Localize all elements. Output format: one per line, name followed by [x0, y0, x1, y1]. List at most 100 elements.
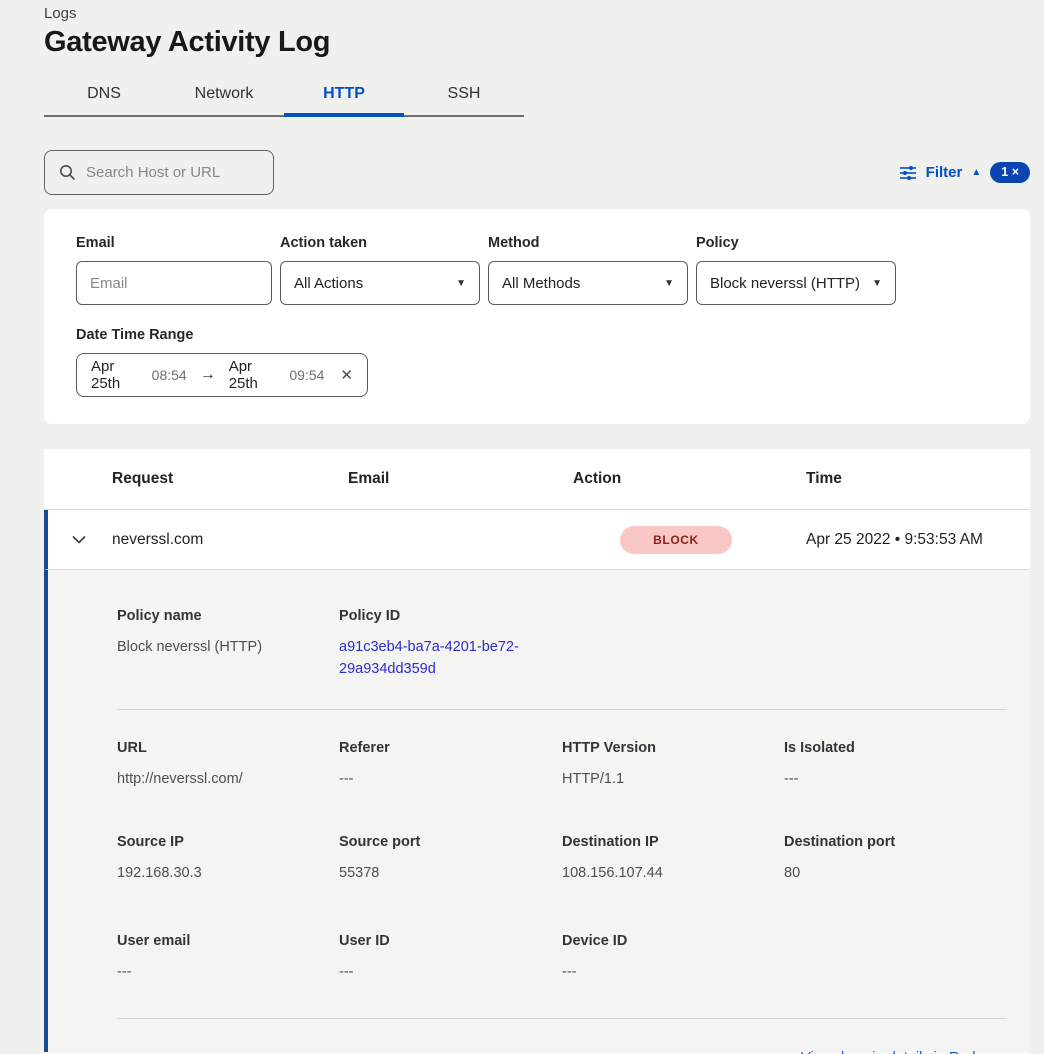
policy-id-label: Policy ID	[339, 608, 562, 624]
filter-fields-row: Email Action taken All Actions ▼ Method	[76, 235, 998, 305]
is-isolated-value: ---	[784, 769, 1007, 791]
gateway-activity-log-page: Logs Gateway Activity Log DNS Network HT…	[0, 0, 1044, 1054]
column-header-request: Request	[112, 470, 348, 488]
column-header-action: Action	[573, 470, 806, 488]
http-version-label: HTTP Version	[562, 740, 784, 756]
table-row[interactable]: neverssl.com BLOCK Apr 25 2022 • 9:53:53…	[44, 510, 1030, 570]
table-header: Request Email Action Time	[44, 449, 1030, 510]
user-section: User email --- User ID --- Device ID ---	[117, 933, 1007, 1019]
user-id-value: ---	[339, 962, 562, 984]
chevron-down-icon	[72, 535, 86, 544]
destination-port-label: Destination port	[784, 834, 1007, 850]
column-header-time: Time	[806, 470, 1030, 488]
radar-link-row: View domain details in Radar →	[117, 1049, 1007, 1054]
collapse-caret-icon: ▲	[971, 167, 981, 178]
filter-sliders-icon	[899, 165, 917, 181]
policy-name-label: Policy name	[117, 608, 339, 624]
action-taken-select[interactable]: All Actions ▼	[280, 261, 480, 305]
detail-referer: Referer ---	[339, 740, 562, 791]
field-method: Method All Methods ▼	[488, 235, 688, 305]
user-email-label: User email	[117, 933, 339, 949]
detail-policy-id: Policy ID a91c3eb4-ba7a-4201-be72-29a934…	[339, 608, 562, 681]
source-ip-label: Source IP	[117, 834, 339, 850]
http-section: URL http://neverssl.com/ Referer --- HTT…	[117, 740, 1007, 791]
cell-action: BLOCK	[573, 526, 806, 554]
filter-control[interactable]: Filter ▲ 1 ×	[899, 162, 1030, 183]
source-port-value: 55378	[339, 863, 562, 885]
date-range-picker[interactable]: Apr 25th 08:54 → Apr 25th 09:54 ✕	[76, 353, 368, 397]
tab-http[interactable]: HTTP	[284, 75, 404, 117]
tab-bar: DNS Network HTTP SSH	[44, 75, 524, 117]
start-date: Apr 25th	[91, 358, 143, 392]
email-label: Email	[76, 235, 272, 251]
url-label: URL	[117, 740, 339, 756]
source-ip-value: 192.168.30.3	[117, 863, 339, 885]
device-id-value: ---	[562, 962, 784, 984]
block-status-badge: BLOCK	[620, 526, 732, 554]
detail-user-id: User ID ---	[339, 933, 562, 984]
activity-table: Request Email Action Time neverssl.com B…	[44, 449, 1030, 1053]
field-email: Email	[76, 235, 272, 305]
policy-name-value: Block neverssl (HTTP)	[117, 637, 339, 659]
filter-panel: Email Action taken All Actions ▼ Method	[44, 209, 1030, 424]
cell-request: neverssl.com	[112, 531, 348, 549]
action-taken-label: Action taken	[280, 235, 480, 251]
detail-is-isolated: Is Isolated ---	[784, 740, 1007, 791]
referer-label: Referer	[339, 740, 562, 756]
detail-http-version: HTTP Version HTTP/1.1	[562, 740, 784, 791]
user-id-label: User ID	[339, 933, 562, 949]
email-input-box[interactable]	[76, 261, 272, 305]
url-value: http://neverssl.com/	[117, 769, 339, 791]
user-email-value: ---	[117, 962, 339, 984]
detail-policy-name: Policy name Block neverssl (HTTP)	[117, 608, 339, 681]
policy-select[interactable]: Block neverssl (HTTP) ▼	[696, 261, 896, 305]
tab-network[interactable]: Network	[164, 75, 284, 117]
field-date-time-range: Date Time Range Apr 25th 08:54 → Apr 25t…	[76, 327, 998, 397]
chevron-down-icon: ▼	[664, 278, 674, 289]
search-icon	[59, 164, 76, 181]
start-time: 08:54	[152, 367, 187, 383]
filter-label: Filter	[926, 164, 963, 181]
policy-section: Policy name Block neverssl (HTTP) Policy…	[117, 608, 1007, 710]
destination-ip-label: Destination IP	[562, 834, 784, 850]
range-arrow-icon: →	[196, 366, 220, 384]
method-label: Method	[488, 235, 688, 251]
content: Logs Gateway Activity Log DNS Network HT…	[0, 0, 1044, 1053]
end-time: 09:54	[289, 367, 324, 383]
detail-device-id: Device ID ---	[562, 933, 784, 984]
clear-date-range-icon[interactable]: ✕	[340, 366, 353, 384]
action-taken-value: All Actions	[294, 275, 363, 292]
empty-cell	[784, 608, 1007, 681]
detail-user-email: User email ---	[117, 933, 339, 984]
empty-cell	[562, 608, 784, 681]
is-isolated-label: Is Isolated	[784, 740, 1007, 756]
source-port-label: Source port	[339, 834, 562, 850]
tab-dns[interactable]: DNS	[44, 75, 164, 117]
search-input[interactable]	[86, 164, 261, 181]
detail-destination-port: Destination port 80	[784, 834, 1007, 885]
field-action-taken: Action taken All Actions ▼	[280, 235, 480, 305]
detail-destination-ip: Destination IP 108.156.107.44	[562, 834, 784, 885]
field-policy: Policy Block neverssl (HTTP) ▼	[696, 235, 896, 305]
toolbar: Filter ▲ 1 ×	[44, 150, 1030, 195]
detail-url: URL http://neverssl.com/	[117, 740, 339, 791]
policy-label: Policy	[696, 235, 896, 251]
tab-ssh[interactable]: SSH	[404, 75, 524, 117]
page-title: Gateway Activity Log	[44, 26, 1030, 59]
chevron-down-icon: ▼	[872, 278, 882, 289]
email-input[interactable]	[90, 275, 258, 292]
row-details-panel: Policy name Block neverssl (HTTP) Policy…	[44, 570, 1030, 1052]
http-version-value: HTTP/1.1	[562, 769, 784, 791]
end-date: Apr 25th	[229, 358, 281, 392]
destination-ip-value: 108.156.107.44	[562, 863, 784, 885]
breadcrumb: Logs	[44, 0, 1030, 22]
method-value: All Methods	[502, 275, 580, 292]
method-select[interactable]: All Methods ▼	[488, 261, 688, 305]
view-in-radar-link[interactable]: View domain details in Radar →	[801, 1050, 1007, 1054]
policy-id-link[interactable]: a91c3eb4-ba7a-4201-be72-29a934dd359d	[339, 637, 535, 681]
chevron-down-icon: ▼	[456, 278, 466, 289]
filter-count-badge[interactable]: 1 ×	[990, 162, 1030, 183]
row-expander[interactable]	[48, 535, 112, 544]
cell-time: Apr 25 2022 • 9:53:53 AM	[806, 531, 1030, 549]
search-box[interactable]	[44, 150, 274, 195]
